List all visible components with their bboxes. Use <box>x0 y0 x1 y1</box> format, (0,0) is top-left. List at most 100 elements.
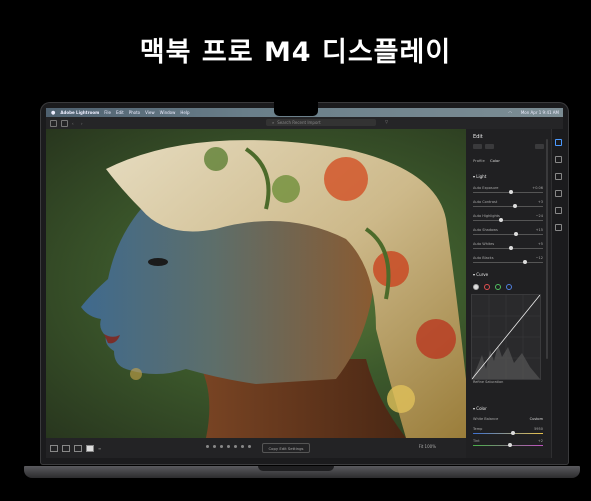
temp-knob[interactable] <box>511 431 515 435</box>
wb-label: White Balance <box>473 417 499 421</box>
presets-icon[interactable] <box>554 224 562 231</box>
sort-icon[interactable]: ≡ <box>98 446 104 451</box>
slider-knob[interactable] <box>499 218 504 222</box>
slider-knob[interactable] <box>509 246 514 250</box>
menu-app-name[interactable]: Adobe Lightroom <box>60 110 99 115</box>
light-slider[interactable]: Auto Exposure +0.06 <box>473 186 543 195</box>
grid-view-icon[interactable] <box>61 119 68 127</box>
chevron-down-icon: ▾ <box>473 174 476 179</box>
camera-notch <box>274 102 318 116</box>
slider-knob[interactable] <box>513 232 518 236</box>
menu-edit[interactable]: Edit <box>116 110 124 115</box>
healing-icon[interactable] <box>554 173 562 180</box>
slider-label: Auto Exposure <box>473 186 499 190</box>
temp-value: 5950 <box>534 427 543 431</box>
slider-value: +15 <box>535 228 543 232</box>
sidebar-toggle-icon[interactable] <box>50 119 57 127</box>
grid-view-icon[interactable] <box>50 444 58 452</box>
menu-window[interactable]: Window <box>160 110 176 115</box>
photo-canvas[interactable] <box>46 129 466 438</box>
search-icon: ⌕ <box>272 120 275 125</box>
single-view-icon[interactable] <box>86 444 94 452</box>
star-icon[interactable] <box>248 445 251 448</box>
section-light[interactable]: ▾ Light <box>473 174 486 179</box>
temp-label: Temp <box>473 427 483 431</box>
panel-title: Edit <box>473 134 483 140</box>
tint-slider[interactable]: Tint +2 <box>473 439 543 448</box>
portrait-photo <box>81 140 466 438</box>
light-slider[interactable]: Auto Contrast +3 <box>473 200 543 209</box>
rating-stars[interactable] <box>206 445 251 448</box>
red-eye-icon[interactable] <box>554 207 562 214</box>
edit-mode-buttons <box>473 144 544 149</box>
masking-icon[interactable] <box>554 190 562 197</box>
light-slider[interactable]: Auto Highlights −24 <box>473 214 543 223</box>
channel-blue-icon[interactable] <box>506 284 512 290</box>
forward-icon[interactable]: › <box>81 121 86 126</box>
menu-photo[interactable]: Photo <box>129 110 140 115</box>
profile-value: Color <box>490 158 500 163</box>
wifi-icon[interactable]: ◠ <box>508 110 512 115</box>
laptop-opening-groove <box>258 466 334 471</box>
panel-scrollbar[interactable] <box>546 139 548 359</box>
zoom-fit-label[interactable]: Fit 100% <box>419 444 436 449</box>
slider-value: +3 <box>537 200 543 204</box>
apple-icon[interactable]: ● <box>51 110 55 116</box>
channel-rgb-icon[interactable] <box>473 284 479 290</box>
star-icon[interactable] <box>206 445 209 448</box>
slider-knob[interactable] <box>522 260 527 264</box>
auto-button[interactable] <box>473 144 482 149</box>
section-curve-label: Curve <box>476 272 489 277</box>
slider-track <box>473 220 543 221</box>
copy-edit-settings-button[interactable]: Copy Edit Settings <box>262 443 310 453</box>
curve-footer: Refine Saturation <box>473 380 504 384</box>
detail-view-icon[interactable] <box>74 444 82 452</box>
channel-green-icon[interactable] <box>495 284 501 290</box>
compare-view-icon[interactable] <box>62 444 70 452</box>
light-slider[interactable]: Auto Blacks −12 <box>473 256 543 265</box>
slider-knob[interactable] <box>512 204 517 208</box>
slider-track <box>473 206 543 207</box>
profile-row[interactable]: Profile Color <box>473 158 500 163</box>
wb-value: Custom <box>529 417 543 421</box>
laptop-screen: ● Adobe Lightroom File Edit Photo View W… <box>46 108 563 458</box>
menu-help[interactable]: Help <box>180 110 189 115</box>
search-placeholder: Search Recent Import <box>277 120 321 125</box>
edit-panel: Edit Profile Color ▾ Light Auto Exposure… <box>466 129 551 458</box>
back-icon[interactable]: ‹ <box>72 121 77 126</box>
curve-channels <box>473 284 512 290</box>
section-color[interactable]: ▾ Color <box>473 406 487 411</box>
tone-curve-graph[interactable] <box>471 294 541 380</box>
white-balance-row[interactable]: White Balance Custom <box>473 417 543 426</box>
tint-value: +2 <box>537 439 543 443</box>
slider-knob[interactable] <box>509 190 514 194</box>
star-icon[interactable] <box>213 445 216 448</box>
channel-red-icon[interactable] <box>484 284 490 290</box>
temp-slider[interactable]: Temp 5950 <box>473 427 543 436</box>
hdr-button[interactable] <box>535 144 544 149</box>
slider-value: −12 <box>535 256 543 260</box>
menu-file[interactable]: File <box>104 110 111 115</box>
bw-button[interactable] <box>485 144 494 149</box>
crop-icon[interactable] <box>554 156 562 163</box>
tint-knob[interactable] <box>508 443 512 447</box>
edit-icon[interactable] <box>554 139 562 146</box>
slider-label: Auto Highlights <box>473 214 500 218</box>
star-icon[interactable] <box>227 445 230 448</box>
section-light-label: Light <box>476 174 487 179</box>
menu-view[interactable]: View <box>145 110 155 115</box>
star-icon[interactable] <box>241 445 244 448</box>
slider-label: Auto Shadows <box>473 228 498 232</box>
star-icon[interactable] <box>234 445 237 448</box>
star-icon[interactable] <box>220 445 223 448</box>
filter-icon[interactable]: ▽ <box>385 119 390 124</box>
menubar-clock[interactable]: Mon Apr 1 9:41 AM <box>521 110 559 115</box>
profile-label: Profile <box>473 158 485 163</box>
light-slider[interactable]: Auto Shadows +15 <box>473 228 543 237</box>
search-input[interactable]: ⌕ Search Recent Import <box>266 119 376 126</box>
slider-track <box>473 234 543 235</box>
light-slider[interactable]: Auto Whites +5 <box>473 242 543 251</box>
chevron-down-icon: ▾ <box>473 272 476 277</box>
tool-icon-column <box>551 129 563 458</box>
section-curve[interactable]: ▾ Curve <box>473 272 488 277</box>
